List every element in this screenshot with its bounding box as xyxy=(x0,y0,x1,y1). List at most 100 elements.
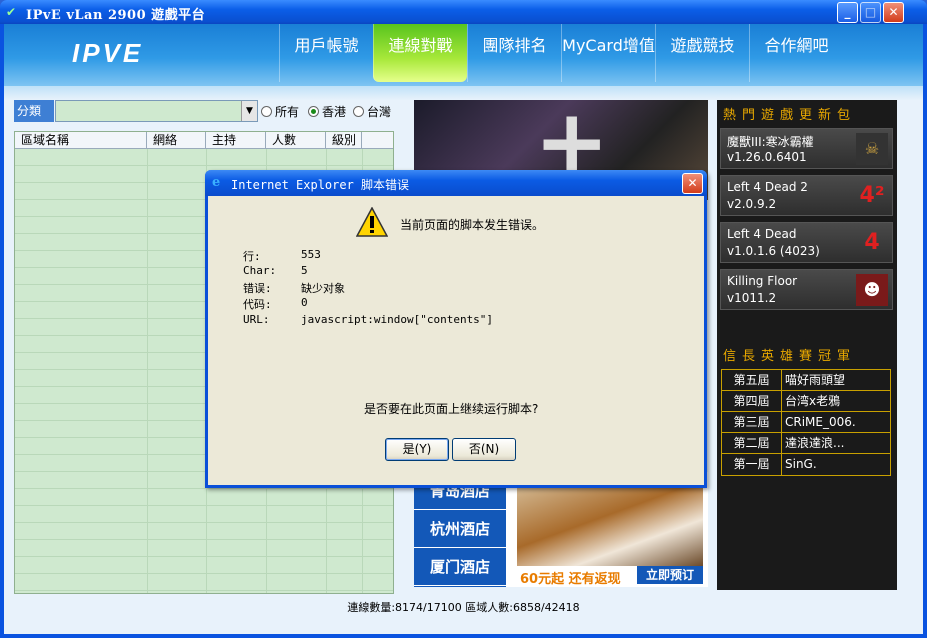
column-host[interactable]: 主持 xyxy=(206,132,266,148)
l4d-icon: 4 xyxy=(864,230,880,255)
champion-rank: 第五屆 xyxy=(722,370,782,390)
hotel-ad[interactable]: 青岛酒店 杭州酒店 厦门酒店 60元起 还有返现 立即预订 xyxy=(414,472,708,587)
script-error-dialog: e Internet Explorer 脚本错误 ✕ 当前页面的脚本发生错误。 … xyxy=(205,170,707,488)
detail-value-char: 5 xyxy=(301,264,308,277)
champion-name: 台湾x老鴉 xyxy=(785,394,841,408)
champion-rank: 第二屆 xyxy=(722,433,782,453)
dialog-title-bar[interactable]: e Internet Explorer 脚本错误 ✕ xyxy=(205,170,707,196)
champion-name: 達浪達浪... xyxy=(785,436,845,450)
champion-rank: 第一屆 xyxy=(722,454,782,475)
no-button[interactable]: 否(N) xyxy=(452,438,516,461)
dialog-question: 是否要在此页面上继续运行脚本? xyxy=(364,402,539,416)
detail-value-url: javascript:window["contents"] xyxy=(301,313,494,326)
radio-circle-icon[interactable] xyxy=(308,106,319,117)
game-version: v1.26.0.6401 xyxy=(727,150,807,164)
champion-rank: 第四屆 xyxy=(722,391,782,411)
detail-value-code: 0 xyxy=(301,296,308,309)
champion-name: SinG. xyxy=(785,457,817,471)
champion-name: CRiME_006. xyxy=(785,415,856,429)
champion-row: 第二屆 達浪達浪... xyxy=(722,433,890,454)
game-item-killing-floor[interactable]: Killing Floor v1011.2 ☻ xyxy=(720,269,893,310)
app-window: ✔ IPvE vLan 2900 遊戲平台 _ □ ✕ IPVE 用戶帳號 連線… xyxy=(0,0,927,638)
window-title: IPvE vLan 2900 遊戲平台 xyxy=(26,8,206,23)
game-name: Killing Floor xyxy=(727,274,798,288)
radio-tw-label: 台灣 xyxy=(367,105,392,119)
champion-row: 第三屆 CRiME_006. xyxy=(722,412,890,433)
champions-title: 信長英雄賽冠軍 xyxy=(723,349,857,364)
hotel-photo[interactable] xyxy=(517,478,703,566)
champions-table: 第五屆 喵好雨頭望 第四屆 台湾x老鴉 第三屆 CRiME_006. 第二屆 達… xyxy=(721,369,891,476)
game-version: v2.0.9.2 xyxy=(727,197,777,211)
warcraft-icon: ☠ xyxy=(856,133,888,165)
header: IPVE 用戶帳號 連線對戰 團隊排名 MyCard增值 遊戲競技 合作網吧 xyxy=(4,24,923,86)
hotel-tab-xiamen[interactable]: 厦门酒店 xyxy=(414,548,506,586)
radio-hk-label: 香港 xyxy=(322,105,347,119)
right-panel: 熱門遊戲更新包 魔獸III:寒冰霸權 v1.26.0.6401 ☠ Left 4… xyxy=(717,100,897,590)
champion-name: 喵好雨頭望 xyxy=(785,373,846,387)
game-version: v1011.2 xyxy=(727,291,777,305)
ie-icon: e xyxy=(212,175,221,190)
hotel-tabs: 青岛酒店 杭州酒店 厦门酒店 xyxy=(414,472,506,587)
column-divider xyxy=(147,149,148,593)
game-version: v1.0.1.6 (4023) xyxy=(727,244,820,258)
yes-button[interactable]: 是(Y) xyxy=(385,438,449,461)
l4d2-icon: 4² xyxy=(859,183,885,208)
champion-row: 第四屆 台湾x老鴉 xyxy=(722,391,890,412)
book-now-button[interactable]: 立即预订 xyxy=(637,566,703,584)
game-name: 魔獸III:寒冰霸權 xyxy=(727,135,814,149)
hotel-tab-hangzhou[interactable]: 杭州酒店 xyxy=(414,510,506,548)
radio-hk[interactable]: 香港 xyxy=(308,103,346,120)
logo: IPVE xyxy=(72,38,144,68)
nav-account[interactable]: 用戶帳號 xyxy=(279,24,373,82)
app-icon: ✔ xyxy=(6,5,17,19)
champion-row: 第五屆 喵好雨頭望 xyxy=(722,370,890,391)
killing-floor-icon: ☻ xyxy=(856,274,888,306)
maximize-button[interactable]: □ xyxy=(860,2,881,23)
hot-games-title: 熱門遊戲更新包 xyxy=(723,108,857,123)
detail-value-line: 553 xyxy=(301,248,321,261)
filter-label: 分類 xyxy=(14,100,54,122)
detail-label-code: 代码: xyxy=(243,298,272,311)
close-button[interactable]: ✕ xyxy=(883,2,904,23)
hotel-price: 60元起 还有返现 xyxy=(520,572,621,587)
nav-partner-cafe[interactable]: 合作網吧 xyxy=(749,24,843,82)
nav-team-ranking[interactable]: 團隊排名 xyxy=(467,24,561,82)
game-item-l4d2[interactable]: Left 4 Dead 2 v2.0.9.2 4² xyxy=(720,175,893,216)
dialog-message: 当前页面的脚本发生错误。 xyxy=(400,218,545,232)
radio-circle-icon[interactable] xyxy=(353,106,364,117)
detail-label-url: URL: xyxy=(243,313,270,326)
column-region[interactable]: 區域名稱 xyxy=(15,132,147,148)
header-band xyxy=(4,86,923,100)
dialog-close-button[interactable]: ✕ xyxy=(682,173,703,194)
radio-tw[interactable]: 台灣 xyxy=(353,103,391,120)
game-item-warcraft[interactable]: 魔獸III:寒冰霸權 v1.26.0.6401 ☠ xyxy=(720,128,893,169)
champion-row: 第一屆 SinG. xyxy=(722,454,890,475)
title-bar[interactable]: ✔ IPvE vLan 2900 遊戲平台 _ □ ✕ xyxy=(0,0,927,24)
nav-mycard[interactable]: MyCard增值 xyxy=(561,24,655,82)
radio-all-label: 所有 xyxy=(275,105,300,119)
column-level[interactable]: 級別 xyxy=(326,132,362,148)
champion-rank: 第三屆 xyxy=(722,412,782,432)
detail-value-error: 缺少对象 xyxy=(301,282,345,295)
chevron-down-icon[interactable]: ▼ xyxy=(241,101,257,121)
column-network[interactable]: 網絡 xyxy=(147,132,206,148)
nav-competition[interactable]: 遊戲競技 xyxy=(655,24,749,82)
category-select[interactable]: ▼ xyxy=(55,100,258,122)
status-bar: 連線數量:8174/17100 區域人數:6858/42418 xyxy=(347,601,580,614)
game-item-l4d[interactable]: Left 4 Dead v1.0.1.6 (4023) 4 xyxy=(720,222,893,263)
detail-label-error: 错误: xyxy=(243,282,272,295)
filter-bar: 分類 ▼ 所有 香港 台灣 xyxy=(14,100,394,122)
game-name: Left 4 Dead xyxy=(727,227,797,241)
radio-circle-icon[interactable] xyxy=(261,106,272,117)
detail-label-char: Char: xyxy=(243,264,277,277)
detail-label-line: 行: xyxy=(243,250,261,263)
nav-online-battle[interactable]: 連線對戰 xyxy=(373,24,467,82)
column-players[interactable]: 人數 xyxy=(266,132,326,148)
table-header: 區域名稱 網絡 主持 人數 級別 xyxy=(15,132,393,149)
minimize-button[interactable]: _ xyxy=(837,2,858,23)
game-name: Left 4 Dead 2 xyxy=(727,180,808,194)
dialog-title: Internet Explorer 脚本错误 xyxy=(231,178,410,192)
warning-icon xyxy=(356,207,388,237)
radio-all[interactable]: 所有 xyxy=(261,103,299,120)
main-nav: 用戶帳號 連線對戰 團隊排名 MyCard增值 遊戲競技 合作網吧 xyxy=(279,24,843,82)
